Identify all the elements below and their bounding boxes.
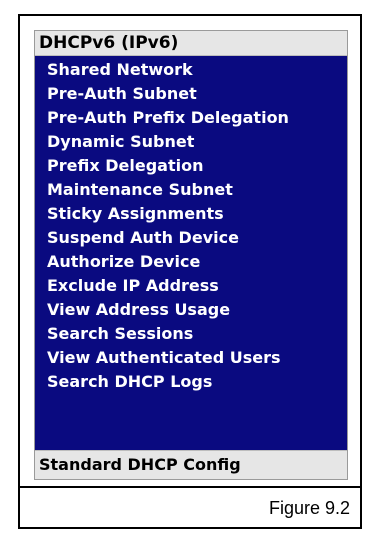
menu-item-view-authenticated-users[interactable]: View Authenticated Users: [35, 346, 347, 370]
menu-items: Shared Network Pre-Auth Subnet Pre-Auth …: [35, 56, 347, 394]
menu-item-search-sessions[interactable]: Search Sessions: [35, 322, 347, 346]
menu-item-authorize-device[interactable]: Authorize Device: [35, 250, 347, 274]
caption-divider: [20, 486, 360, 488]
menu-item-search-dhcp-logs[interactable]: Search DHCP Logs: [35, 370, 347, 394]
menu-item-pre-auth-prefix-delegation[interactable]: Pre-Auth Prefix Delegation: [35, 106, 347, 130]
menu-item-dynamic-subnet[interactable]: Dynamic Subnet: [35, 130, 347, 154]
figure-caption: Figure 9.2: [268, 498, 350, 518]
dhcpv6-menu: DHCPv6 (IPv6) Shared Network Pre-Auth Su…: [34, 30, 348, 480]
menu-item-sticky-assignments[interactable]: Sticky Assignments: [35, 202, 347, 226]
menu-item-suspend-auth-device[interactable]: Suspend Auth Device: [35, 226, 347, 250]
menu-item-shared-network[interactable]: Shared Network: [35, 58, 347, 82]
figure-frame: DHCPv6 (IPv6) Shared Network Pre-Auth Su…: [18, 14, 362, 529]
menu-footer-standard-dhcp-config[interactable]: Standard DHCP Config: [35, 450, 347, 479]
menu-item-exclude-ip-address[interactable]: Exclude IP Address: [35, 274, 347, 298]
menu-item-pre-auth-subnet[interactable]: Pre-Auth Subnet: [35, 82, 347, 106]
menu-header[interactable]: DHCPv6 (IPv6): [35, 31, 347, 56]
menu-item-prefix-delegation[interactable]: Prefix Delegation: [35, 154, 347, 178]
menu-item-maintenance-subnet[interactable]: Maintenance Subnet: [35, 178, 347, 202]
menu-item-view-address-usage[interactable]: View Address Usage: [35, 298, 347, 322]
